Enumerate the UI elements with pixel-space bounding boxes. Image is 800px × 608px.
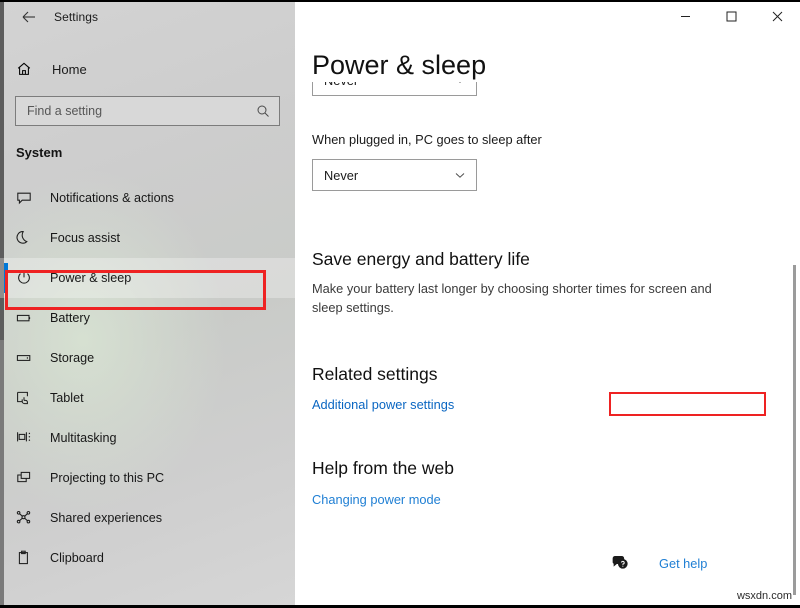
tablet-hand-icon	[16, 388, 40, 408]
sidebar-item-label: Notifications & actions	[50, 191, 174, 205]
settings-window: Settings Home System	[0, 0, 800, 608]
multitasking-icon	[16, 428, 40, 448]
storage-icon	[16, 348, 40, 368]
main-content-pane: Never When plugged in, PC goes to sleep …	[295, 0, 800, 608]
sidebar-item-focus-assist[interactable]: Focus assist	[0, 218, 295, 258]
main-scrollbar-thumb[interactable]	[793, 265, 796, 595]
share-nodes-icon	[16, 508, 40, 528]
projecting-icon	[16, 468, 40, 488]
save-energy-heading: Save energy and battery life	[312, 249, 530, 269]
changing-power-mode-link[interactable]: Changing power mode	[312, 492, 441, 507]
additional-power-settings-link[interactable]: Additional power settings	[312, 397, 454, 412]
search-icon[interactable]	[255, 103, 271, 119]
sidebar-item-multitasking[interactable]: Multitasking	[0, 418, 295, 458]
related-settings-heading: Related settings	[312, 364, 438, 384]
sidebar-item-shared-experiences[interactable]: Shared experiences	[0, 498, 295, 538]
sidebar-item-clipboard[interactable]: Clipboard	[0, 538, 295, 578]
save-energy-body: Make your battery last longer by choosin…	[312, 281, 712, 315]
sidebar-item-label: Power & sleep	[50, 271, 132, 285]
sidebar-item-label: Shared experiences	[50, 511, 163, 525]
sidebar-section-header: System	[16, 145, 63, 160]
sidebar-item-battery[interactable]: Battery	[0, 298, 295, 338]
titlebar-left: Settings	[0, 0, 295, 34]
search-input[interactable]	[27, 104, 255, 118]
sidebar-item-power-sleep[interactable]: Power & sleep	[0, 258, 295, 298]
page-title: Power & sleep	[312, 48, 501, 82]
sleep-plugged-in-label: When plugged in, PC goes to sleep after	[312, 132, 542, 147]
get-help-link[interactable]: Get help	[659, 556, 707, 571]
sidebar-item-storage[interactable]: Storage	[0, 338, 295, 378]
sidebar-item-tablet[interactable]: Tablet	[0, 378, 295, 418]
sidebar-item-home[interactable]: Home	[0, 52, 295, 86]
sidebar-item-label: Tablet	[50, 391, 84, 405]
help-bubble-icon	[611, 553, 631, 573]
sidebar-item-label: Clipboard	[50, 551, 104, 565]
home-icon	[16, 61, 42, 77]
sidebar-item-home-label: Home	[52, 61, 87, 77]
clipboard-icon	[16, 548, 40, 568]
sleep-plugged-in-value: Never	[324, 167, 359, 183]
sidebar-item-label: Battery	[50, 311, 90, 325]
window-top-edge	[0, 0, 800, 2]
sidebar-item-label: Focus assist	[50, 231, 120, 245]
sidebar-nav-list: Notifications & actions Focus assist Pow…	[0, 178, 295, 578]
window-title: Settings	[54, 10, 99, 24]
help-from-web-section: Help from the web Changing power mode	[312, 458, 454, 509]
sidebar-item-label: Projecting to this PC	[50, 471, 165, 485]
highlight-box-additional-power-settings	[609, 392, 766, 416]
sleep-plugged-in-dropdown[interactable]: Never	[312, 159, 477, 191]
help-from-web-heading: Help from the web	[312, 458, 455, 478]
sleep-plugged-in-block: When plugged in, PC goes to sleep after …	[312, 132, 542, 191]
related-settings-section: Related settings Additional power settin…	[312, 364, 454, 414]
sidebar-item-notifications-actions[interactable]: Notifications & actions	[0, 178, 295, 218]
chevron-down-icon	[452, 169, 468, 181]
window-controls	[662, 0, 800, 32]
maximize-icon[interactable]	[708, 0, 754, 32]
search-box[interactable]	[15, 96, 280, 126]
main-scrollbar[interactable]	[793, 0, 796, 608]
moon-icon	[16, 228, 40, 248]
sidebar-item-projecting-to-this-pc[interactable]: Projecting to this PC	[0, 458, 295, 498]
sidebar-item-label: Multitasking	[50, 431, 117, 445]
selection-accent-bar	[4, 263, 8, 293]
get-help-row[interactable]: Get help	[611, 553, 707, 573]
power-icon	[16, 268, 40, 288]
minimize-icon[interactable]	[662, 0, 708, 32]
notification-bubble-icon	[16, 188, 40, 208]
battery-icon	[16, 308, 40, 328]
save-energy-section: Save energy and battery life Make your b…	[312, 249, 744, 317]
back-arrow-icon[interactable]	[8, 1, 50, 33]
watermark: wsxdn.com	[736, 590, 792, 602]
sidebar-item-label: Storage	[50, 351, 95, 365]
sidebar: Settings Home System	[0, 0, 295, 608]
